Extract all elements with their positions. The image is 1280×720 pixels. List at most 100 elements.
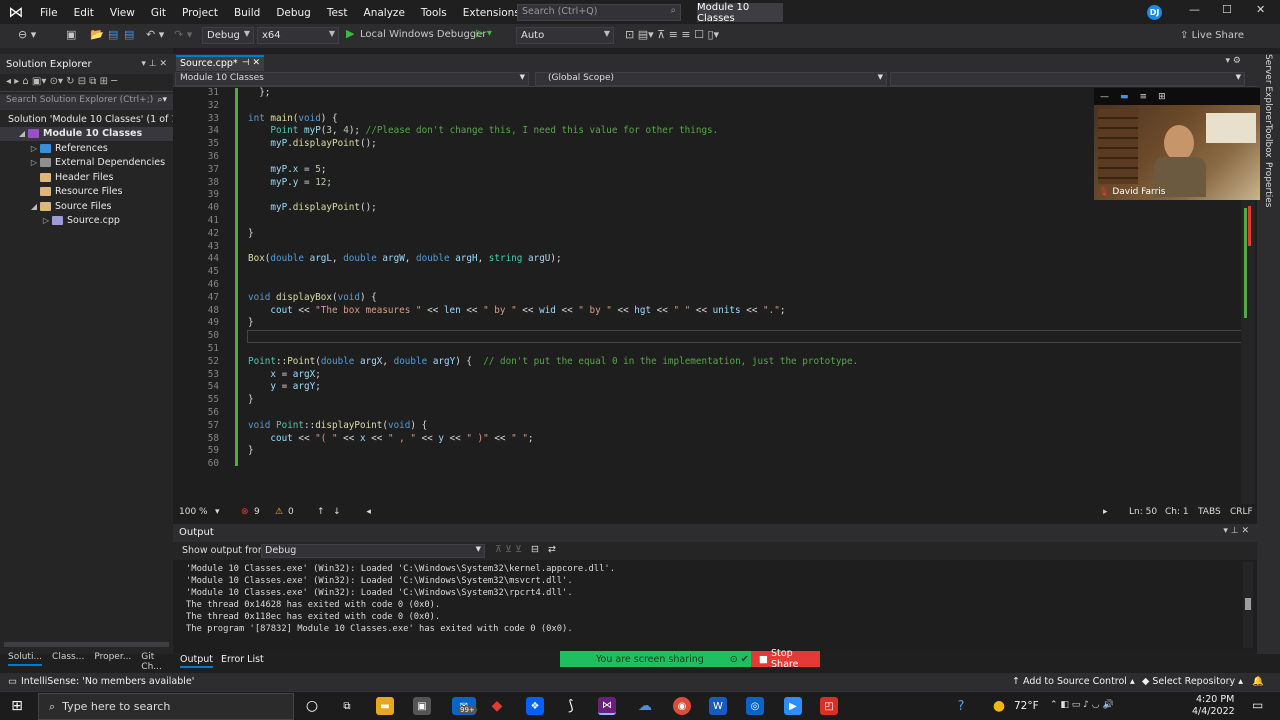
add-source-control-button[interactable]: ↑ Add to Source Control ▴	[1012, 676, 1135, 687]
menu-build[interactable]: Build	[226, 7, 268, 19]
tabs-indicator[interactable]: TABS	[1198, 507, 1221, 517]
play-icon[interactable]: ▶	[346, 27, 354, 40]
redo-icon[interactable]: ↷ ▾	[174, 28, 192, 41]
bottom-tab-2[interactable]: Proper...	[94, 652, 131, 666]
toolbar-icons[interactable]: ◂ ▸ ⌂ ▣▾ ⊙▾ ↻ ⊟ ⧉ ⊞ ─	[6, 76, 117, 87]
code-line[interactable]: 53 x = argX;	[173, 369, 1243, 382]
code-line[interactable]: 50	[173, 330, 1243, 343]
zoom-level[interactable]: 100 %	[179, 507, 208, 517]
solution-search-input[interactable]: Search Solution Explorer (Ctrl+;) ⌕▾	[0, 94, 173, 110]
code-line[interactable]: 41	[173, 215, 1243, 228]
maximize-icon[interactable]: ☐	[1222, 3, 1232, 16]
visual-studio-icon[interactable]: ⋈	[598, 697, 616, 715]
app-bolt-icon[interactable]: ⟆	[562, 697, 580, 715]
expand-icon[interactable]: ◢	[28, 202, 40, 211]
app-red-square-icon[interactable]: ◰	[820, 697, 838, 715]
close-icon[interactable]: ✕	[1256, 3, 1265, 16]
code-line[interactable]: 44 Box(double argL, double argW, double a…	[173, 253, 1243, 266]
code-line[interactable]: 43	[173, 241, 1243, 254]
cortana-icon[interactable]: ○	[303, 697, 321, 715]
properties-tab[interactable]: Properties	[1263, 162, 1273, 207]
code-line[interactable]: 46	[173, 279, 1243, 292]
chrome-icon[interactable]: ◉	[673, 697, 691, 715]
tree-item-proj[interactable]: ◢ Module 10 Classes	[0, 126, 173, 141]
expand-icon[interactable]: ▷	[28, 144, 40, 153]
store-icon[interactable]: ▣	[413, 697, 431, 715]
windows-start-icon[interactable]: ⊞	[8, 697, 26, 715]
horizontal-scrollbar[interactable]	[4, 642, 169, 647]
list-view-icon[interactable]: ≡	[1140, 92, 1148, 102]
menu-analyze[interactable]: Analyze	[356, 7, 413, 19]
tree-item-folder[interactable]: Resource Files	[0, 185, 173, 200]
tree-item-ext[interactable]: ▷ External Dependencies	[0, 156, 173, 171]
start-without-debug-icon[interactable]: ▷ ▾	[476, 28, 492, 39]
menu-view[interactable]: View	[102, 7, 143, 19]
member-combo[interactable]: ▼	[890, 72, 1245, 86]
open-icon[interactable]: 📂	[90, 28, 104, 41]
word-icon[interactable]: W	[709, 697, 727, 715]
server-explorer-tab[interactable]: Server Explorer	[1263, 54, 1273, 124]
scroll-right-icon[interactable]: ▸	[1103, 507, 1108, 517]
output-tab-1[interactable]: Error List	[221, 654, 264, 668]
warning-icon[interactable]: ⚠	[275, 507, 283, 517]
code-line[interactable]: 33 int main(void) {	[173, 113, 1243, 126]
menu-test[interactable]: Test	[319, 7, 356, 19]
code-line[interactable]: 52 Point::Point(double argX, double argY)…	[173, 356, 1243, 369]
code-line[interactable]: 51	[173, 343, 1243, 356]
code-line[interactable]: 60	[173, 458, 1243, 471]
help-icon[interactable]: ?	[952, 697, 970, 715]
output-scroll-thumb[interactable]	[1245, 598, 1251, 610]
tree-item-sol[interactable]: Solution 'Module 10 Classes' (1 of 1	[0, 112, 177, 127]
menu-project[interactable]: Project	[174, 7, 226, 19]
toolbox-tab[interactable]: Toolbox	[1263, 124, 1273, 158]
code-line[interactable]: 32	[173, 100, 1243, 113]
expand-icon[interactable]: ◢	[16, 129, 28, 138]
speaker-view-icon[interactable]: ▬	[1120, 92, 1129, 102]
tree-item-folder[interactable]: ◢ Source Files	[0, 199, 173, 214]
gallery-view-icon[interactable]: ⊞	[1158, 92, 1166, 102]
task-view-icon[interactable]: ⧉	[338, 697, 356, 715]
pin-close-icon[interactable]: ▾ ⊥ ✕	[1223, 526, 1249, 536]
stop-share-button[interactable]: ■ Stop Share	[751, 648, 820, 670]
tab-source-cpp[interactable]: Source.cpp* ⊣ ✕	[176, 55, 264, 71]
code-line[interactable]: 34 Point myP(3, 4); //Please don't chang…	[173, 125, 1243, 138]
code-line[interactable]: 57 void Point::displayPoint(void) {	[173, 420, 1243, 433]
tab-options-icon[interactable]: ▾ ⚙	[1226, 56, 1241, 66]
code-line[interactable]: 45	[173, 266, 1243, 279]
save-icon[interactable]: ▤	[108, 28, 118, 41]
bottom-tab-3[interactable]: Git Ch...	[141, 652, 173, 672]
menu-file[interactable]: File	[32, 7, 66, 19]
project-combo[interactable]: Module 10 Classes ▼	[175, 72, 529, 86]
back-icon[interactable]: ⊖ ▾	[18, 28, 36, 41]
clock-time[interactable]: 4:20 PM	[1196, 694, 1234, 705]
code-line[interactable]: 37 myP.x = 5;	[173, 164, 1243, 177]
video-thumbnail[interactable]: — ▬ ≡ ⊞ 🎙 David Farris	[1094, 88, 1260, 200]
undo-icon[interactable]: ↶ ▾	[146, 28, 164, 41]
tree-item-cpp[interactable]: ▷ Source.cpp	[0, 214, 173, 229]
menu-git[interactable]: Git	[143, 7, 174, 19]
tray-icons[interactable]: ⌃ ◧ ▭ ♪ ◡ 🔊	[1050, 700, 1114, 710]
code-area[interactable]: 31 }; 32 33 int main(void) {34 Point myP(3,…	[173, 87, 1243, 508]
code-line[interactable]: 38 myP.y = 12;	[173, 177, 1243, 190]
code-line[interactable]: 59}	[173, 445, 1243, 458]
pin-close-icon[interactable]: ▾ ⊥ ✕	[141, 59, 167, 69]
select-repository-button[interactable]: ◆ Select Repository ▴	[1142, 676, 1243, 687]
debugger-button[interactable]: Local Windows Debugger	[360, 29, 486, 40]
clock-date[interactable]: 4/4/2022	[1192, 706, 1235, 717]
code-line[interactable]: 48 cout << "The box measures " << len <<…	[173, 305, 1243, 318]
notification-icon[interactable]: 🔔	[1252, 676, 1264, 687]
pin-close-icon[interactable]: ⊣ ✕	[242, 58, 260, 68]
dropbox-icon[interactable]: ❖	[526, 697, 544, 715]
live-share-button[interactable]: ⇪ Live Share	[1180, 30, 1244, 41]
minimize-icon[interactable]: —	[1189, 3, 1200, 16]
menu-debug[interactable]: Debug	[268, 7, 319, 19]
weather-temp[interactable]: 72°F	[1014, 700, 1039, 712]
onedrive-icon[interactable]: ☁	[636, 697, 654, 715]
tree-item-ref[interactable]: ▷ References	[0, 141, 173, 156]
user-avatar[interactable]: DJ	[1147, 5, 1162, 20]
code-line[interactable]: 42}	[173, 228, 1243, 241]
bottom-tab-0[interactable]: Soluti...	[8, 652, 43, 666]
output-source-combo[interactable]: Debug ▼	[261, 544, 485, 558]
menu-edit[interactable]: Edit	[66, 7, 102, 19]
nav-arrows-icon[interactable]: ↑ ↓ ◂	[317, 507, 371, 517]
